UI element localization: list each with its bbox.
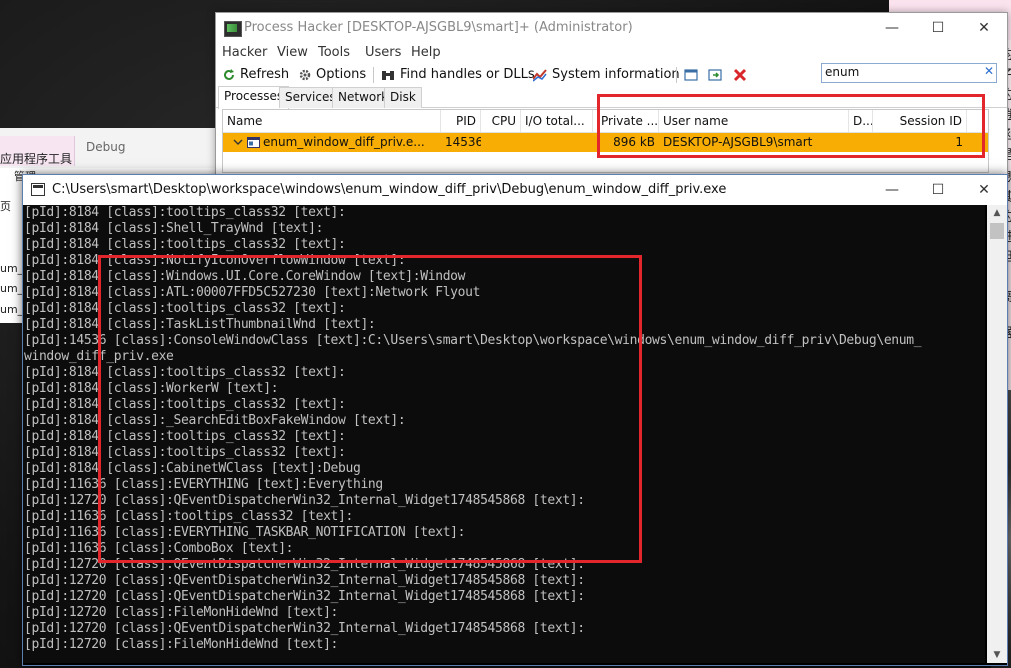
search-input-value: enum [825, 65, 860, 79]
console-line: [pId]:12720 [class]:FileMonHideWnd [text… [24, 605, 339, 620]
options-button[interactable]: Options [316, 67, 366, 82]
toolbar-separator [676, 67, 677, 83]
menu-tools[interactable]: Tools [318, 45, 350, 60]
toolbar-separator [373, 67, 374, 83]
search-input[interactable]: enum ✕ [821, 63, 997, 83]
console-line: [pId]:12720 [class]:FileMonHideWnd [text… [24, 637, 339, 652]
console-line: [pId]:8184 [class]:tooltips_class32 [tex… [24, 237, 346, 252]
menu-hacker[interactable]: Hacker [222, 45, 267, 60]
explorer-file-item[interactable]: um_ [0, 282, 23, 295]
close-button[interactable]: ✕ [961, 13, 1007, 43]
column-cpu[interactable]: CPU [481, 110, 521, 132]
minimize-button[interactable]: — [869, 13, 915, 43]
console-line: [pId]:12720 [class]:QEventDispatcherWin3… [24, 621, 585, 636]
console-line: [pId]:8184 [class]:tooltips_class32 [tex… [24, 205, 346, 220]
console-scrollbar[interactable]: ▲ ▼ [987, 205, 1007, 663]
scroll-down-icon[interactable]: ▼ [987, 647, 1007, 663]
process-pid: 14536 [445, 135, 481, 149]
window-icon[interactable] [684, 68, 698, 82]
console-line: [pId]:12720 [class]:QEventDispatcherWin3… [24, 589, 585, 604]
options-icon [299, 69, 311, 81]
menu-bar: Hacker View Tools Users Help [216, 43, 1007, 63]
console-app-icon [31, 183, 45, 196]
annotation-highlight-box [597, 94, 985, 158]
minimize-button[interactable]: — [869, 175, 915, 205]
process-io-total [521, 133, 593, 152]
explorer-tool-tab-label: 应用程序工具 [0, 152, 73, 166]
maximize-button[interactable]: ☐ [915, 175, 961, 205]
explorer-nav-item[interactable]: 页 [0, 198, 11, 214]
system-information-icon [533, 69, 547, 82]
clear-search-icon[interactable]: ✕ [984, 64, 994, 78]
console-line: [pId]:12720 [class]:QEventDispatcherWin3… [24, 573, 585, 588]
scroll-up-icon[interactable]: ▲ [987, 205, 1007, 221]
close-button[interactable]: ✕ [961, 175, 1007, 205]
menu-users[interactable]: Users [365, 45, 401, 60]
console-line: [pId]:8184 [class]:Shell_TrayWnd [text]: [24, 221, 324, 236]
explorer-ribbon: 应用程序工具 Debug [0, 128, 225, 168]
process-cpu [481, 133, 521, 152]
menu-view[interactable]: View [277, 45, 308, 60]
expand-chevron-icon[interactable] [229, 133, 243, 152]
console-title: C:\Users\smart\Desktop\workspace\windows… [52, 182, 727, 197]
tab-disk[interactable]: Disk [384, 87, 422, 108]
find-handles-icon [382, 71, 394, 80]
console-titlebar[interactable]: C:\Users\smart\Desktop\workspace\windows… [23, 175, 1007, 205]
scrollbar-thumb[interactable] [990, 223, 1004, 239]
annotation-highlight-box [98, 255, 642, 563]
process-hacker-titlebar[interactable]: Process Hacker [DESKTOP-AJSGBL9\smart]+ … [216, 13, 1007, 43]
find-handles-button[interactable]: Find handles or DLLs [400, 67, 535, 82]
window-go-icon[interactable] [708, 68, 722, 82]
maximize-button[interactable]: ☐ [915, 13, 961, 43]
process-hacker-app-icon [224, 21, 242, 37]
refresh-icon [224, 69, 234, 80]
system-information-button[interactable]: System information [552, 67, 680, 82]
process-name: enum_window_diff_priv.e... [263, 135, 425, 149]
column-name[interactable]: Name [223, 110, 441, 132]
explorer-title: Debug [86, 140, 126, 154]
column-pid[interactable]: PID [441, 110, 481, 132]
explorer-tool-tab[interactable]: 应用程序工具 [0, 136, 75, 166]
column-io-total[interactable]: I/O total... [521, 110, 593, 132]
process-hacker-title: Process Hacker [DESKTOP-AJSGBL9\smart]+ … [244, 20, 633, 35]
explorer-file-item[interactable]: um_ [0, 303, 23, 316]
explorer-file-item[interactable]: um_ [0, 262, 23, 275]
terminate-icon[interactable] [733, 68, 747, 82]
menu-help[interactable]: Help [411, 45, 441, 60]
refresh-button[interactable]: Refresh [240, 67, 289, 82]
